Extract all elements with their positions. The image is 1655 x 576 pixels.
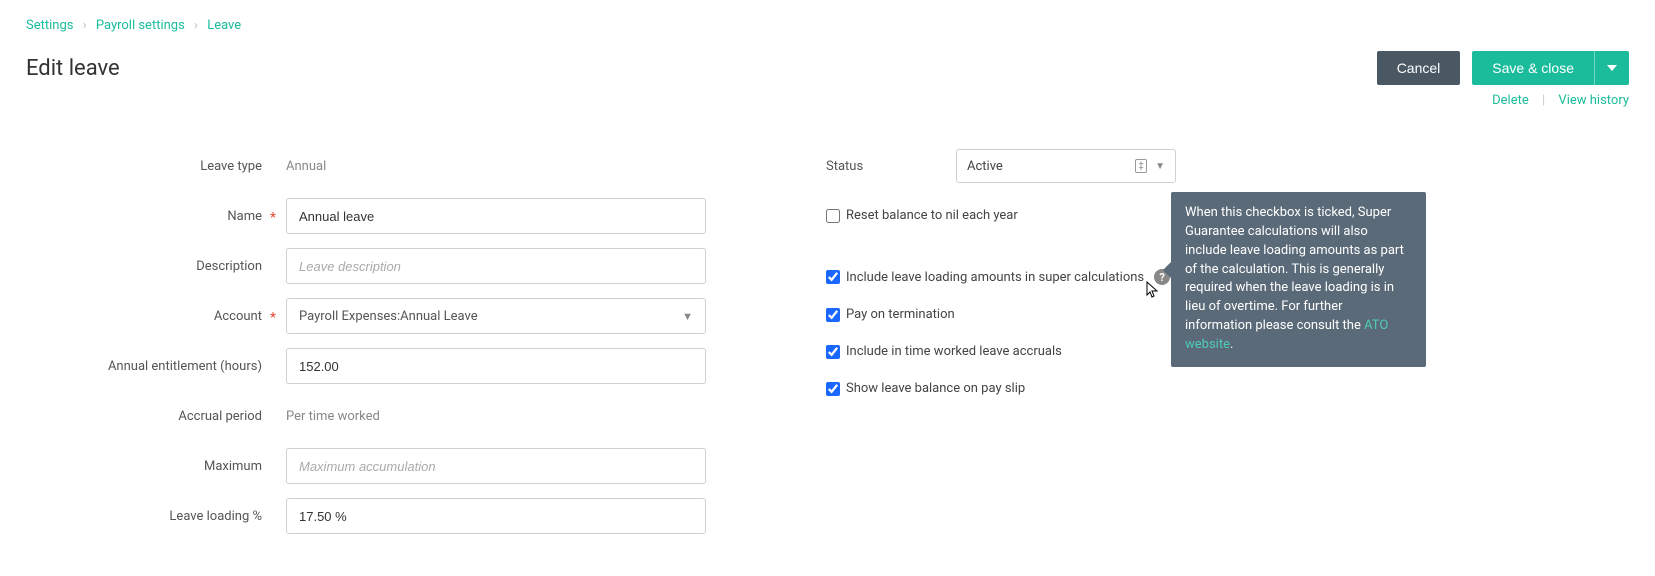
tooltip-period: . [1230,337,1233,352]
leave-type-value: Annual [286,159,706,174]
caret-down-icon: ▼ [1155,161,1165,172]
chevron-right-icon: › [194,18,198,33]
cursor-icon [1146,281,1160,299]
maximum-label: Maximum [86,459,286,474]
maximum-input[interactable] [286,448,706,484]
breadcrumb-settings[interactable]: Settings [26,18,73,33]
breadcrumb-payroll[interactable]: Payroll settings [96,18,185,33]
divider: | [1542,93,1545,108]
status-select-value: Active [967,159,1003,174]
loading-input[interactable] [286,498,706,534]
include-super-label: Include leave loading amounts in super c… [846,270,1144,285]
reset-balance-checkbox[interactable] [826,209,840,223]
caret-down-icon [1607,65,1617,71]
include-super-checkbox[interactable] [826,270,840,284]
account-label: Account [86,309,286,324]
breadcrumb: Settings › Payroll settings › Leave [26,18,1629,33]
entitlement-label: Annual entitlement (hours) [86,359,286,374]
entitlement-input[interactable] [286,348,706,384]
account-select-value: Payroll Expenses:Annual Leave [299,309,478,324]
view-history-link[interactable]: View history [1558,93,1629,108]
show-balance-label: Show leave balance on pay slip [846,381,1025,396]
account-select[interactable]: Payroll Expenses:Annual Leave ▼ [286,298,706,334]
tooltip: When this checkbox is ticked, Super Guar… [1171,192,1426,367]
tooltip-text: When this checkbox is ticked, Super Guar… [1185,205,1404,333]
include-accruals-label: Include in time worked leave accruals [846,344,1062,359]
chevron-right-icon: › [83,18,87,33]
status-select[interactable]: Active ‡ ▼ [956,149,1176,183]
accrual-label: Accrual period [86,409,286,424]
save-dropdown-button[interactable] [1594,51,1629,85]
caret-down-icon: ▼ [682,310,693,323]
show-balance-checkbox[interactable] [826,382,840,396]
pay-termination-label: Pay on termination [846,307,955,322]
name-label: Name [86,209,286,224]
description-input[interactable] [286,248,706,284]
reset-balance-label: Reset balance to nil each year [846,208,1018,223]
name-input[interactable] [286,198,706,234]
indicator-icon: ‡ [1135,159,1147,173]
page-title: Edit leave [26,56,120,81]
accrual-value: Per time worked [286,409,706,424]
delete-link[interactable]: Delete [1492,93,1529,108]
loading-label: Leave loading % [86,509,286,524]
status-label: Status [826,159,956,174]
pay-termination-checkbox[interactable] [826,308,840,322]
cancel-button[interactable]: Cancel [1377,51,1461,85]
save-button[interactable]: Save & close [1472,51,1594,85]
description-label: Description [86,259,286,274]
breadcrumb-leave[interactable]: Leave [207,18,241,33]
include-accruals-checkbox[interactable] [826,345,840,359]
leave-type-label: Leave type [86,159,286,174]
